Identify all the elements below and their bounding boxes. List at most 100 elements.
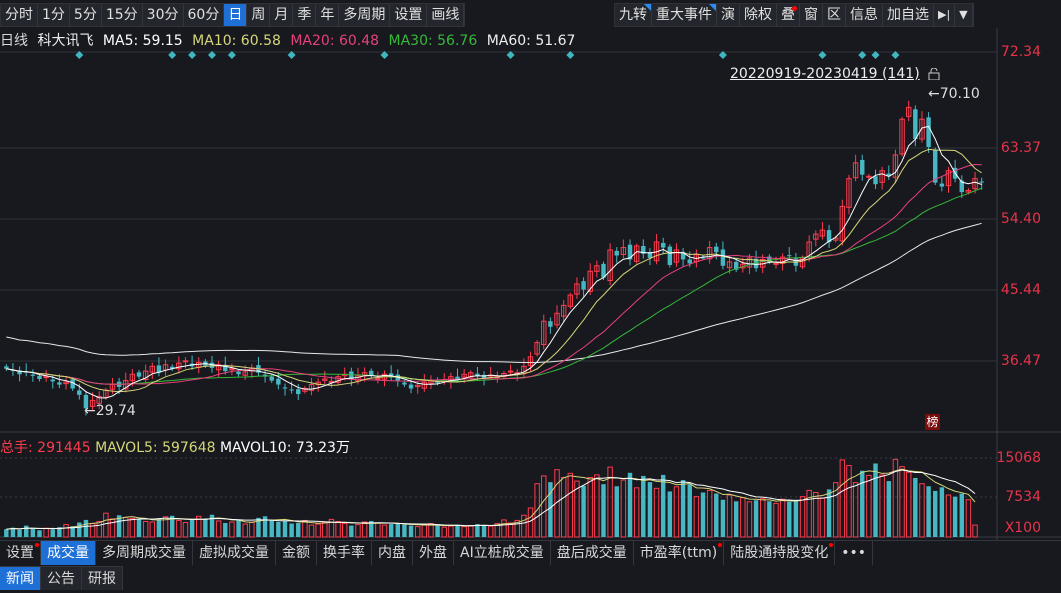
tab-ai-volume[interactable]: AI立桩成交量 — [454, 541, 551, 565]
ma60-line — [6, 222, 982, 364]
volume-bar — [43, 527, 49, 538]
volume-bar — [641, 475, 646, 537]
total-volume: 总手: 291445 — [0, 440, 91, 456]
tab-hk-holdings[interactable]: 陆股通持股变化 — [724, 541, 836, 565]
tab-inner[interactable]: 内盘 — [372, 541, 413, 565]
ma20-line — [6, 164, 982, 385]
volume-bar — [249, 522, 255, 538]
tab-virtual-volume[interactable]: 虚拟成交量 — [193, 541, 276, 565]
volume-bar — [873, 463, 878, 537]
volume-tick: 7534 — [1005, 489, 1041, 505]
volume-bar — [879, 474, 885, 538]
high-price-label: ←70.10 — [928, 86, 980, 102]
candle-body — [455, 376, 460, 380]
candle-body — [43, 376, 49, 379]
volume-bar — [726, 494, 733, 538]
volume-bar — [527, 507, 534, 538]
tab-volume[interactable]: 成交量 — [41, 541, 96, 565]
price-tick: 63.37 — [1000, 140, 1041, 156]
volume-bar — [335, 520, 341, 538]
volume-bar — [653, 487, 660, 538]
candle-body — [269, 376, 274, 381]
volume-bar — [468, 525, 474, 538]
volume-bar — [24, 525, 29, 537]
tab-news[interactable]: 新闻 — [0, 567, 41, 590]
volume-bar — [660, 474, 666, 537]
tab-outer[interactable]: 外盘 — [413, 541, 454, 565]
more-icon[interactable]: ••• — [835, 541, 874, 565]
tab-after-hours-volume[interactable]: 盘后成交量 — [551, 541, 634, 565]
volume-bar — [83, 519, 89, 537]
volume-bar — [521, 514, 527, 538]
lock-icon[interactable] — [928, 67, 940, 81]
tab-pe-ttm[interactable]: 市盈率(ttm) — [634, 541, 725, 565]
volume-bar — [461, 526, 467, 538]
volume-bar — [448, 525, 454, 538]
volume-bar — [633, 487, 640, 538]
candle-body — [581, 281, 586, 290]
candle-body — [627, 244, 633, 260]
volume-bar — [402, 524, 407, 537]
volume-bar — [435, 525, 440, 537]
volume-bar — [269, 519, 274, 537]
volume-bar — [866, 474, 872, 538]
volume-bar — [972, 524, 978, 538]
candle-body — [507, 370, 514, 373]
volume-unit: X100 — [1004, 520, 1041, 536]
volume-bar — [223, 523, 228, 537]
volume-bar — [852, 482, 859, 538]
candle-body — [408, 384, 414, 389]
volume-bar — [733, 501, 739, 537]
volume-bar — [182, 522, 189, 538]
volume-bar — [421, 524, 428, 538]
price-tick: 45.44 — [1000, 282, 1041, 298]
volume-bar — [308, 524, 315, 538]
volume-bar — [560, 476, 567, 538]
ranking-badge[interactable]: 榜 — [925, 414, 940, 430]
candle-body — [933, 149, 938, 183]
candle-body — [4, 366, 9, 369]
volume-bar — [361, 521, 368, 538]
volume-bar — [767, 501, 772, 537]
volume-bar — [142, 520, 149, 538]
volume-bar — [341, 523, 348, 538]
volume-bar — [236, 519, 241, 537]
volume-bar — [388, 524, 394, 537]
volume-bar — [601, 484, 606, 537]
volume-bar — [753, 500, 759, 537]
candle-body — [236, 371, 241, 375]
volume-bar — [507, 522, 514, 538]
candle-body — [860, 159, 865, 175]
volume-bar — [680, 480, 686, 537]
volume-bar — [673, 486, 680, 538]
candle-body — [50, 379, 55, 382]
candle-body — [182, 360, 189, 363]
tab-amount[interactable]: 金额 — [276, 541, 317, 565]
volume-bar — [839, 459, 846, 538]
candle-body — [296, 389, 301, 395]
volume-bar — [375, 522, 381, 538]
candle-body — [209, 362, 215, 368]
tab-reports[interactable]: 研报 — [82, 567, 123, 590]
volume-bar — [687, 484, 692, 537]
tab-settings[interactable]: 设置 — [0, 541, 41, 565]
volume-bar — [17, 529, 22, 537]
volume-bar — [693, 496, 700, 538]
candle-body — [402, 382, 407, 385]
volume-bar — [620, 479, 627, 538]
tab-multi-period-volume[interactable]: 多周期成交量 — [96, 541, 193, 565]
volume-bar — [302, 519, 308, 538]
candle-body — [720, 249, 726, 266]
volume-bar — [50, 529, 55, 537]
volume-bar — [899, 466, 905, 538]
tab-turnover[interactable]: 换手率 — [317, 541, 372, 565]
candle-body — [37, 375, 42, 380]
tab-announcements[interactable]: 公告 — [41, 567, 82, 590]
volume-bar — [746, 501, 753, 538]
volume-bar — [176, 519, 182, 538]
candle-body — [57, 382, 62, 385]
candle-body — [282, 387, 288, 389]
volume-bar — [77, 522, 82, 537]
range-label[interactable]: 20220919-20230419 (141) — [730, 66, 920, 82]
volume-bar — [667, 491, 673, 537]
